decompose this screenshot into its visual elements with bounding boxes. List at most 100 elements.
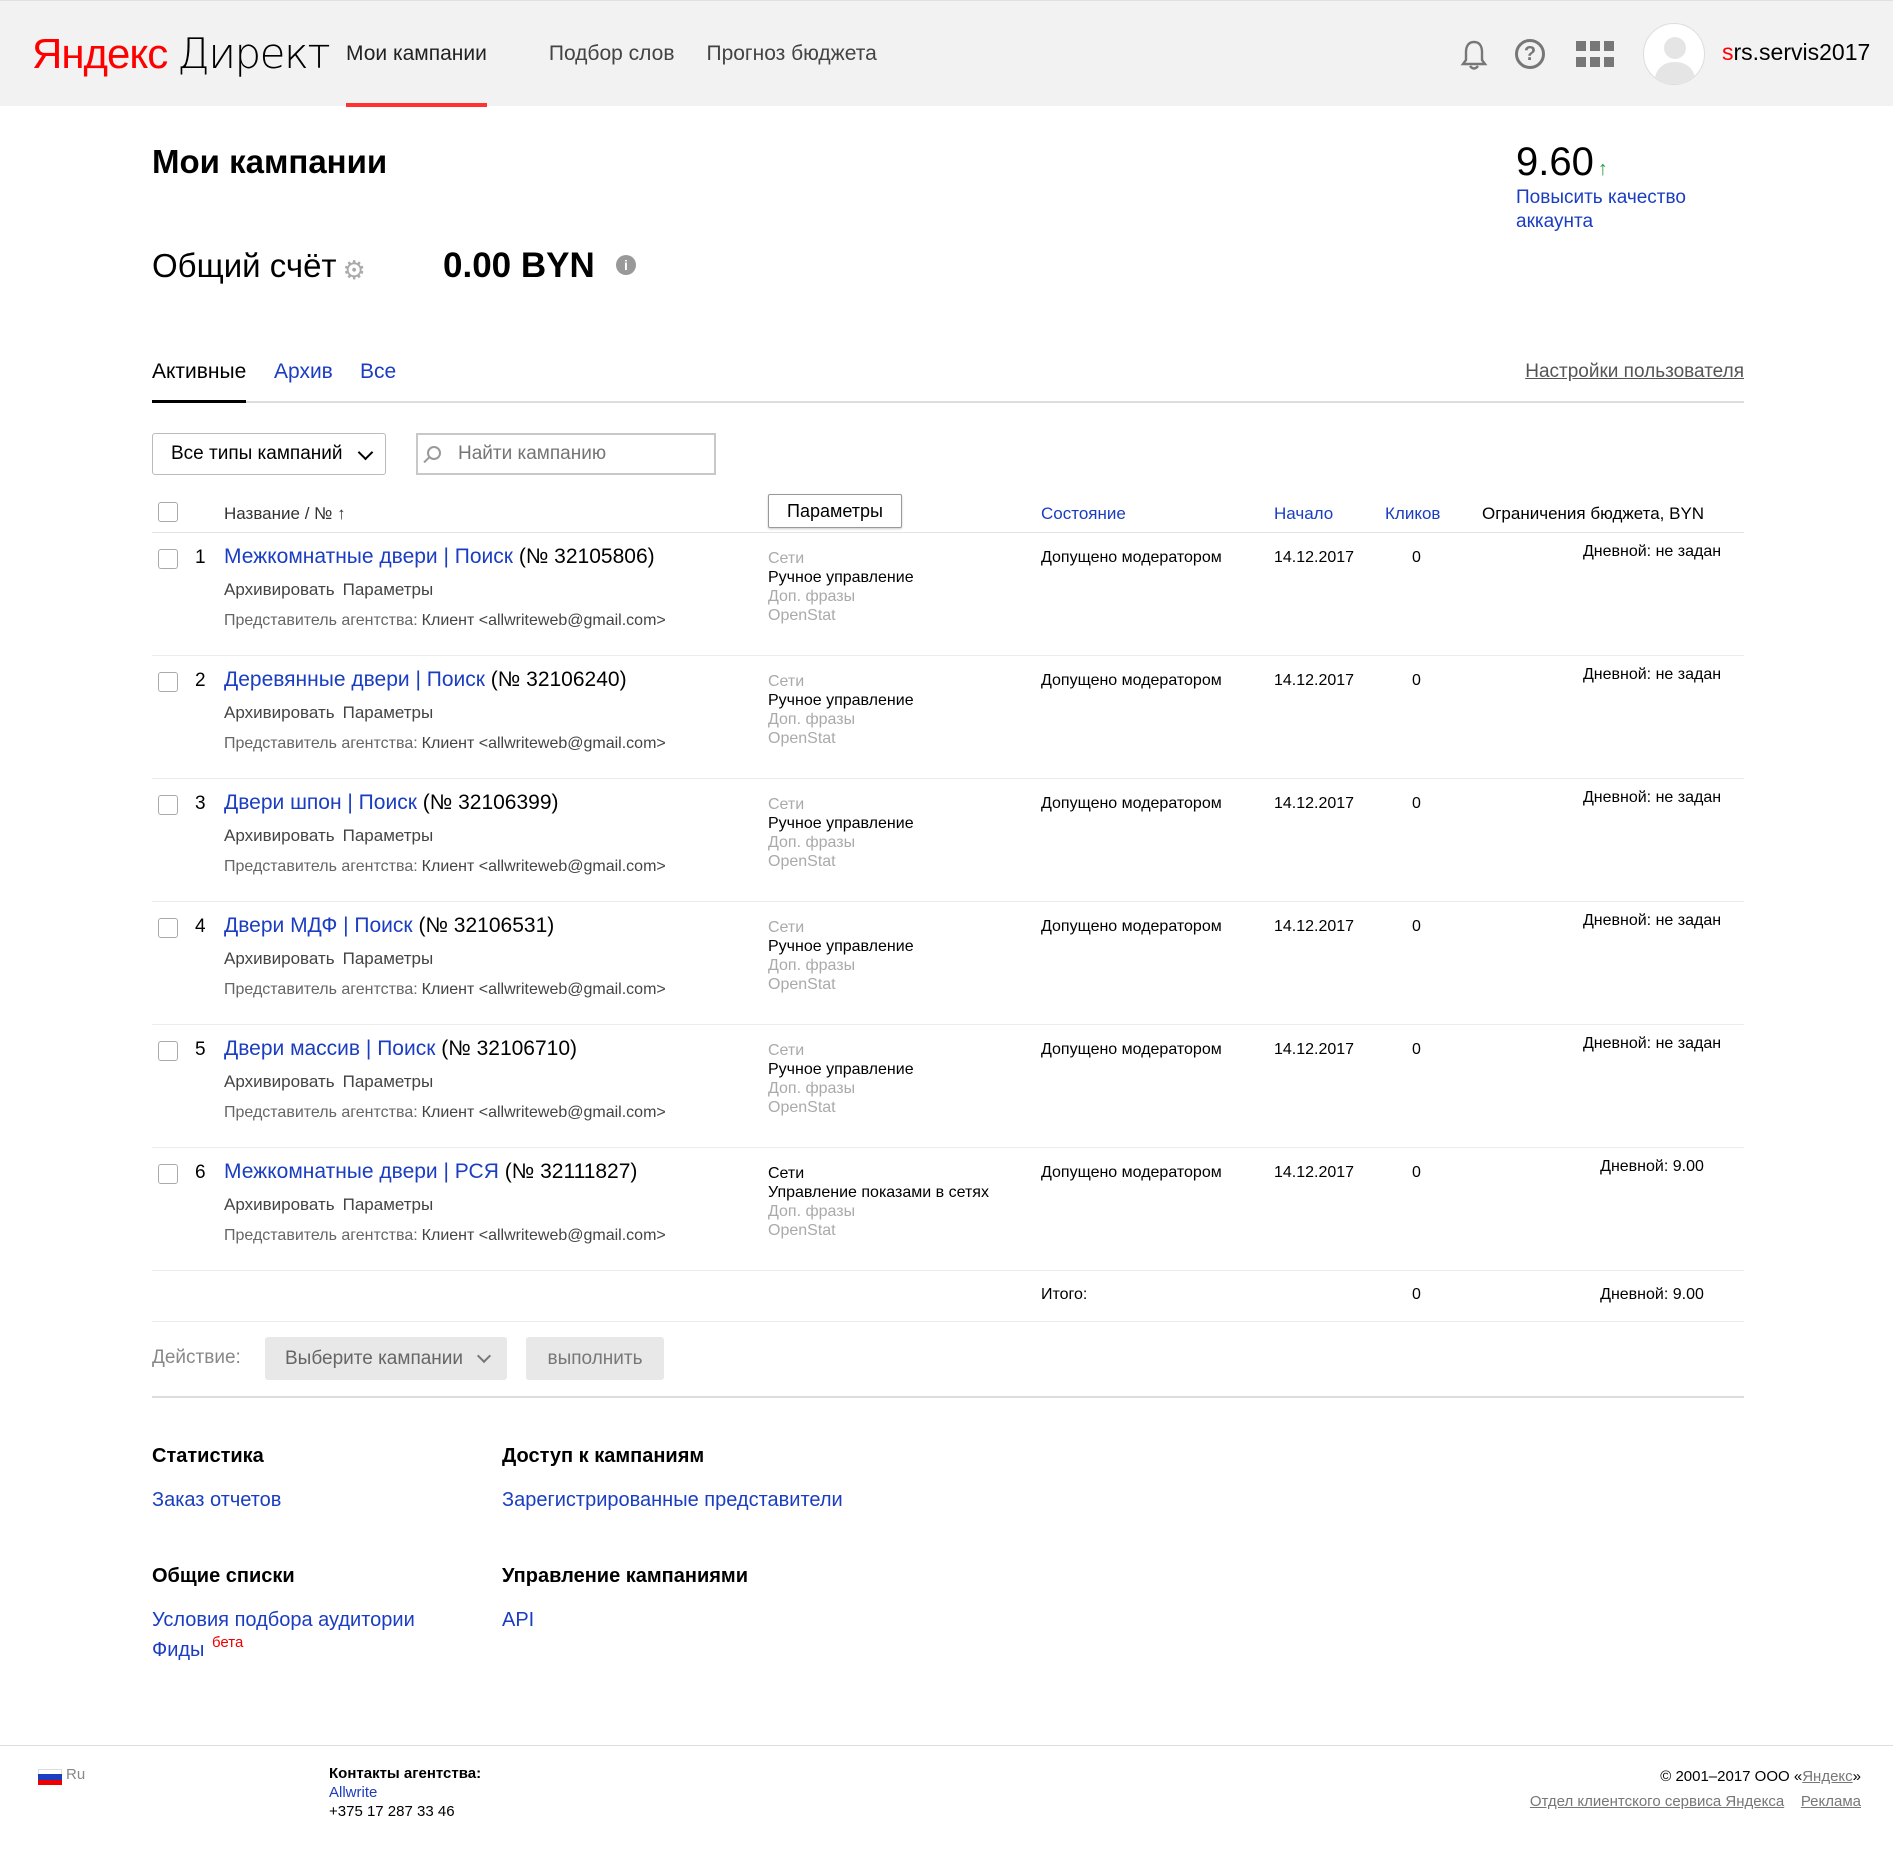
col-clicks-header[interactable]: Кликов xyxy=(1385,504,1440,524)
openstat-label: OpenStat xyxy=(768,730,836,747)
agency-link[interactable]: Allwrite xyxy=(329,1783,481,1802)
username[interactable]: srs.servis2017 xyxy=(1722,39,1870,66)
shared-account: Общий счёт ⚙ xyxy=(152,244,367,288)
archive-link[interactable]: Архивировать xyxy=(224,580,335,599)
table-row: 4 Двери МДФ | Поиск (№ 32106531) Архивир… xyxy=(152,902,1744,1025)
row-checkbox[interactable] xyxy=(158,1041,178,1061)
access-heading: Доступ к кампаниям xyxy=(502,1445,705,1467)
info-icon[interactable]: i xyxy=(616,255,636,275)
logo-yandex: Яндекс xyxy=(32,30,168,77)
table-row: 3 Двери шпон | Поиск (№ 32106399) Архиви… xyxy=(152,779,1744,902)
search-campaign-input[interactable] xyxy=(416,433,716,475)
copyright-prefix: © 2001–2017 ООО « xyxy=(1660,1768,1803,1785)
language-switcher[interactable]: Ru xyxy=(66,1766,85,1783)
campaign-name-link[interactable]: Двери шпон | Поиск xyxy=(224,791,417,814)
user-settings-link[interactable]: Настройки пользователя xyxy=(1525,357,1744,387)
strategy-info: Сети Ручное управление Доп. фразы OpenSt… xyxy=(768,672,914,748)
col-start-header[interactable]: Начало xyxy=(1274,504,1333,524)
gear-icon[interactable]: ⚙ xyxy=(343,257,367,283)
campaign-name-link[interactable]: Деревянные двери | Поиск xyxy=(224,668,485,691)
copyright-block: © 2001–2017 ООО «Яндекс» Отдел клиентско… xyxy=(1530,1764,1861,1814)
col-state-header[interactable]: Состояние xyxy=(1041,504,1126,524)
rep-label: Представитель агентства: xyxy=(224,1227,418,1244)
registered-reps-link[interactable]: Зарегистрированные представители xyxy=(502,1489,843,1512)
quality-score: 9.60 xyxy=(1516,140,1594,184)
archive-link[interactable]: Архивировать xyxy=(224,949,335,968)
params-link[interactable]: Параметры xyxy=(343,949,434,968)
select-all-checkbox[interactable] xyxy=(158,502,178,522)
support-link[interactable]: Отдел клиентского сервиса Яндекса xyxy=(1530,1793,1784,1810)
agency-representative: Представитель агентства: Клиент <allwrite… xyxy=(224,1227,666,1245)
campaign-type-value: Все типы кампаний xyxy=(171,443,343,464)
nav-budget-forecast[interactable]: Прогноз бюджета xyxy=(706,1,876,107)
row-checkbox[interactable] xyxy=(158,795,178,815)
campaign-name-link[interactable]: Межкомнатные двери | Поиск xyxy=(224,545,513,568)
russia-flag-icon xyxy=(38,1769,62,1785)
campaign-actions: Архивировать Параметры xyxy=(224,1195,441,1215)
archive-link[interactable]: Архивировать xyxy=(224,1195,335,1214)
order-reports-link[interactable]: Заказ отчетов xyxy=(152,1489,281,1512)
row-checkbox[interactable] xyxy=(158,918,178,938)
rep-client: Клиент <allwriteweb@gmail.com> xyxy=(421,735,666,752)
top-header: Яндекс Директ Мои кампании Подбор слов Пр… xyxy=(0,0,1893,107)
params-link[interactable]: Параметры xyxy=(343,703,434,722)
rep-client: Клиент <allwriteweb@gmail.com> xyxy=(421,858,666,875)
campaign-name-link[interactable]: Межкомнатные двери | РСЯ xyxy=(224,1160,499,1183)
nav-my-campaigns[interactable]: Мои кампании xyxy=(346,1,487,107)
campaign-actions: Архивировать Параметры xyxy=(224,1072,441,1092)
row-checkbox[interactable] xyxy=(158,1164,178,1184)
table-row: 2 Деревянные двери | Поиск (№ 32106240) … xyxy=(152,656,1744,779)
archive-link[interactable]: Архивировать xyxy=(224,1072,335,1091)
tab-all[interactable]: Все xyxy=(360,357,396,387)
params-link[interactable]: Параметры xyxy=(343,580,434,599)
campaign-state: Допущено модератором xyxy=(1041,549,1222,566)
total-budget: Дневной: 9.00 xyxy=(1600,1286,1704,1303)
search-icon xyxy=(427,446,441,460)
api-link[interactable]: API xyxy=(502,1609,534,1632)
audience-conditions-link[interactable]: Условия подбора аудитории xyxy=(152,1609,415,1632)
phrases-label: Доп. фразы xyxy=(768,1203,856,1220)
row-checkbox[interactable] xyxy=(158,549,178,569)
campaign-type-select[interactable]: Все типы кампаний xyxy=(152,433,386,475)
account-balance: 0.00 BYN xyxy=(443,246,595,285)
campaign-id: (№ 32111827) xyxy=(504,1160,638,1183)
tab-archive[interactable]: Архив xyxy=(274,357,333,387)
archive-link[interactable]: Архивировать xyxy=(224,826,335,845)
feeds-link[interactable]: Фиды xyxy=(152,1639,204,1662)
tab-active[interactable]: Активные xyxy=(152,357,247,403)
campaign-name-link[interactable]: Двери массив | Поиск xyxy=(224,1037,435,1060)
strategy-info: Сети Ручное управление Доп. фразы OpenSt… xyxy=(768,1041,914,1117)
run-action-button[interactable]: выполнить xyxy=(526,1337,664,1380)
campaign-title: Межкомнатные двери | РСЯ (№ 32111827) xyxy=(224,1160,637,1184)
improve-quality-link[interactable]: Повысить качество аккаунта xyxy=(1516,186,1716,234)
action-select-value: Выберите кампании xyxy=(285,1348,464,1369)
campaign-clicks: 0 xyxy=(1412,549,1421,566)
campaign-budget: Дневной: не задан xyxy=(1582,666,1722,683)
ads-link[interactable]: Реклама xyxy=(1801,1793,1861,1810)
action-label: Действие: xyxy=(152,1347,241,1368)
openstat-label: OpenStat xyxy=(768,1222,836,1239)
params-link[interactable]: Параметры xyxy=(343,826,434,845)
table-row: 6 Межкомнатные двери | РСЯ (№ 32111827) … xyxy=(152,1148,1744,1271)
col-name-header[interactable]: Название / № ↑ xyxy=(224,504,346,524)
campaign-name-link[interactable]: Двери МДФ | Поиск xyxy=(224,914,413,937)
avatar[interactable] xyxy=(1643,23,1705,85)
params-button[interactable]: Параметры xyxy=(768,494,902,528)
campaign-start-date: 14.12.2017 xyxy=(1274,918,1355,935)
params-link[interactable]: Параметры xyxy=(343,1195,434,1214)
yandex-link[interactable]: Яндекс xyxy=(1802,1768,1852,1785)
help-icon[interactable]: ? xyxy=(1515,39,1545,69)
action-select[interactable]: Выберите кампании xyxy=(265,1337,507,1380)
apps-grid-icon[interactable] xyxy=(1576,41,1614,69)
yandex-direct-logo[interactable]: Яндекс Директ xyxy=(32,29,331,79)
nets-label: Сети xyxy=(768,919,805,936)
page-footer: Ru Контакты агентства: Allwrite +375 17 … xyxy=(0,1745,1893,1851)
nav-word-selection[interactable]: Подбор слов xyxy=(549,1,675,107)
strategy-label: Ручное управление xyxy=(768,569,914,586)
campaign-budget: Дневной: 9.00 xyxy=(1600,1158,1704,1175)
archive-link[interactable]: Архивировать xyxy=(224,703,335,722)
row-checkbox[interactable] xyxy=(158,672,178,692)
bell-icon[interactable] xyxy=(1460,39,1488,71)
params-link[interactable]: Параметры xyxy=(343,1072,434,1091)
campaign-budget: Дневной: не задан xyxy=(1582,1035,1722,1052)
